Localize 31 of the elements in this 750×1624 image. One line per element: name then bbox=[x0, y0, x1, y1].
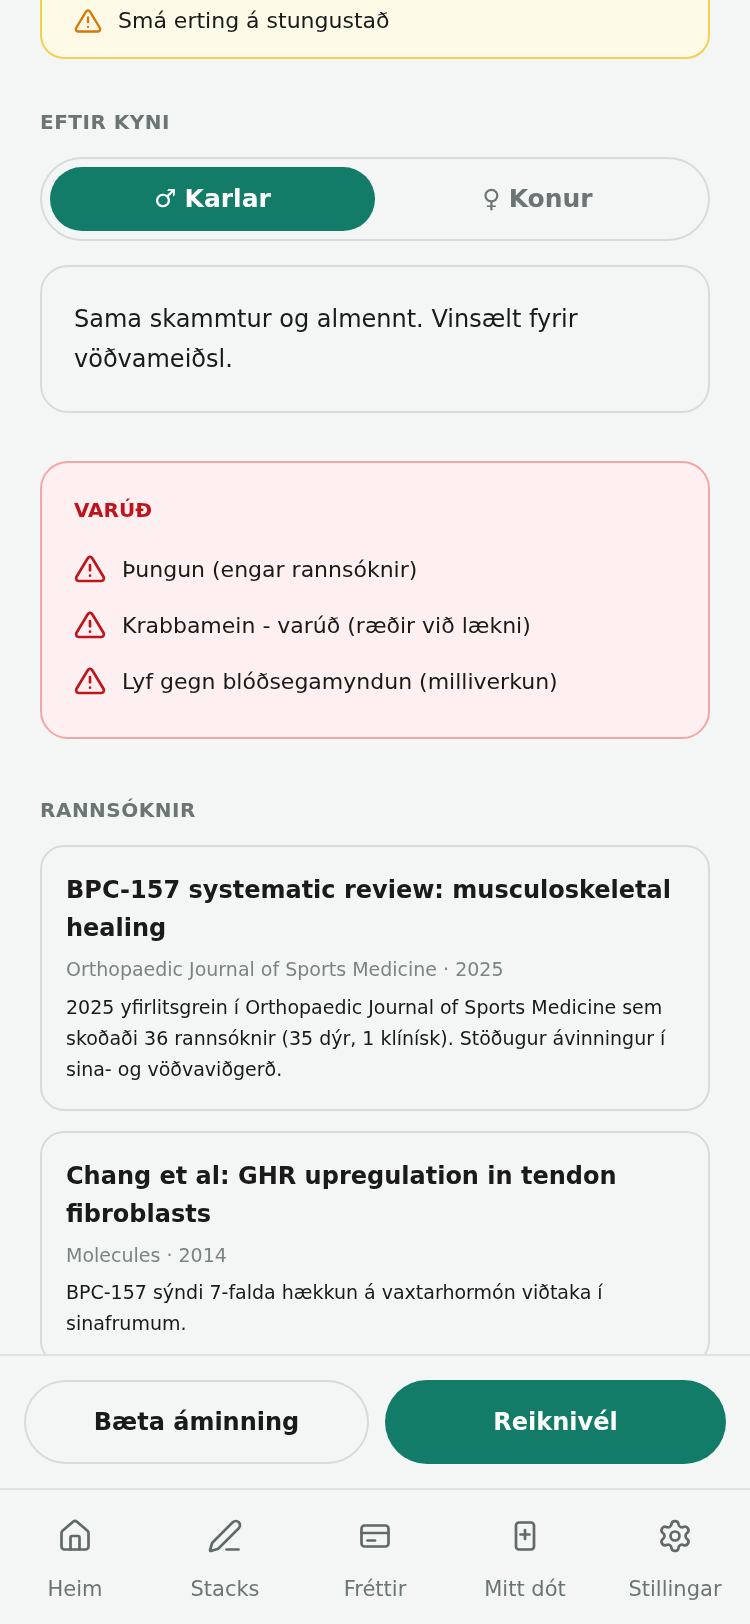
pen-icon bbox=[207, 1518, 243, 1554]
study-summary: BPC-157 sýndi 7-falda hækkun á vaxtarhormón viðtaka í sinafrumum. bbox=[66, 1280, 604, 1336]
study-title: BPC-157 systematic review: musculoskeletal healing bbox=[66, 875, 672, 944]
nav-tab[interactable]: Mitt dót bbox=[450, 1490, 600, 1624]
warning-icon bbox=[74, 665, 106, 697]
caution-item: Lyf gegn blóðsegamyndun (milliverkun) bbox=[122, 667, 558, 696]
study-card[interactable] bbox=[40, 845, 710, 1111]
caution-item: Krabbamein - varúð (ræðir við lækni) bbox=[122, 611, 531, 640]
nav-tab[interactable]: Fréttir bbox=[300, 1490, 450, 1624]
study-source: Molecules · 2014 bbox=[66, 1242, 228, 1268]
warning-icon bbox=[74, 609, 106, 641]
nav-tab[interactable]: Stacks bbox=[150, 1490, 300, 1624]
nav-tab[interactable]: Stillingar bbox=[600, 1490, 750, 1624]
sex-tab[interactable]: ♀ Konur bbox=[375, 167, 700, 231]
side-effect-text: Smá erting á stungustað bbox=[118, 7, 390, 35]
section-heading: EFTIR KYNI bbox=[40, 109, 171, 136]
settings-icon bbox=[657, 1518, 693, 1554]
section-heading: RANNSÓKNIR bbox=[40, 797, 197, 824]
study-source: Orthopaedic Journal of Sports Medicine · 2025 bbox=[66, 957, 505, 982]
study-title: Chang et al: GHR upregulation in tendon fibroblasts bbox=[66, 1160, 618, 1230]
caution-item: Þungun (engar rannsóknir) bbox=[122, 555, 418, 584]
study-summary: 2025 yfirlitsgrein í Orthopaedic Journal of Sports Medicine sem skoðaði 36 rannsóknir (35 dýr, 1 klínísk). Stöðugur ávinningur í sina- og vöðvaviðgerð. bbox=[66, 994, 667, 1082]
reminder-button[interactable]: Bæta áminning bbox=[24, 1380, 369, 1464]
note-text: Sama skammtur og almennt. Vinsælt fyrir vöðvameiðsl. bbox=[74, 304, 579, 375]
nav-tab[interactable]: Heim bbox=[0, 1490, 150, 1624]
home-icon bbox=[57, 1518, 93, 1554]
calculator-button[interactable]: Reiknivél bbox=[385, 1380, 726, 1464]
warning-icon bbox=[74, 553, 106, 585]
caution-heading: VARÚÐ bbox=[74, 497, 153, 524]
warning-icon bbox=[74, 6, 102, 35]
sex-tab[interactable]: ♂ Karlar bbox=[50, 167, 375, 231]
